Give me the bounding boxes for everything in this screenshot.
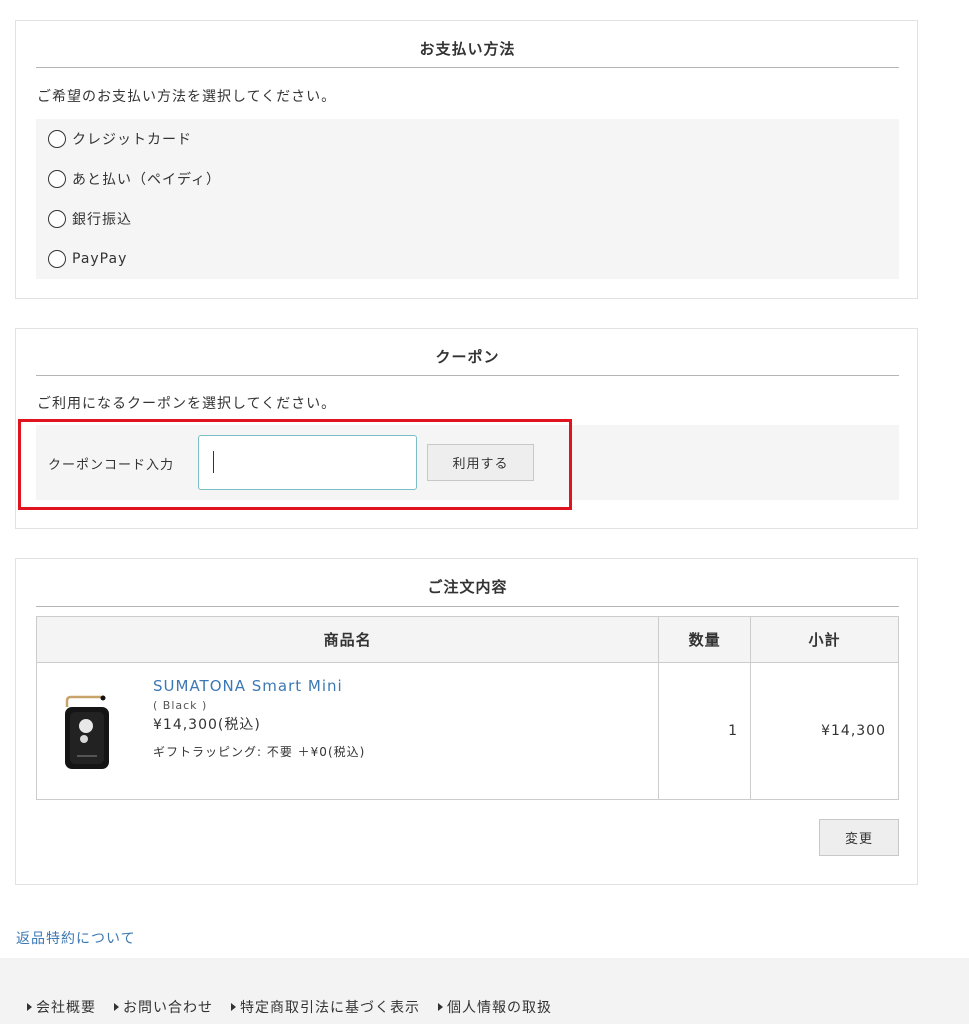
product-name-link[interactable]: SUMATONA Smart Mini [153,677,365,695]
footer: 会社概要 お問い合わせ 特定商取引法に基づく表示 個人情報の取扱 [0,958,969,1024]
footer-link-privacy[interactable]: 個人情報の取扱 [438,997,552,1017]
triangle-right-icon [438,1003,443,1011]
column-header-subtotal: 小計 [750,616,899,663]
product-quantity: 1 [658,662,752,800]
column-header-product-name: 商品名 [35,616,660,663]
footer-link-label: 会社概要 [36,1000,96,1016]
footer-link-legal-notice[interactable]: 特定商取引法に基づく表示 [231,997,420,1017]
coupon-code-label: クーポンコード入力 [48,458,175,473]
footer-link-label: 特定商取引法に基づく表示 [240,1000,420,1016]
radio-icon[interactable] [48,210,66,228]
payment-option-paidy[interactable]: あと払い（ペイディ） [48,169,221,189]
product-cell: SUMATONA Smart Mini ( Black ) ¥14,300(税込… [35,662,660,800]
footer-link-company[interactable]: 会社概要 [27,997,96,1017]
payment-option-label: 銀行振込 [72,212,132,228]
apply-coupon-button[interactable]: 利用する [427,444,534,481]
column-header-quantity: 数量 [658,616,752,663]
coupon-code-box: クーポンコード入力 利用する [36,425,899,500]
product-variant: ( Black ) [153,699,208,712]
payment-option-credit-card[interactable]: クレジットカード [48,129,192,149]
footer-link-label: お問い合わせ [123,1000,213,1016]
coupon-title: クーポン [36,347,899,376]
footer-link-label: 個人情報の取扱 [447,1000,552,1016]
payment-option-label: PayPay [72,251,128,267]
footer-links: 会社概要 お問い合わせ 特定商取引法に基づく表示 個人情報の取扱 [27,997,570,1017]
order-table: 商品名 数量 小計 SUMATONA Smart Mini (Black) … [35,616,899,800]
gift-wrapping-info: ギフトラッピング: 不要 ＋¥0(税込) [153,745,366,759]
order-summary-title: ご注文内容 [36,577,899,607]
payment-method-panel: お支払い方法 ご希望のお支払い方法を選択してください。 クレジットカード あと払… [15,20,918,299]
radio-icon[interactable] [48,250,66,268]
payment-option-label: クレジットカード [72,132,192,148]
order-summary-panel: ご注文内容 商品名 数量 小計 SUMATONA Smart Mini (Bl… [15,558,918,885]
triangle-right-icon [27,1003,32,1011]
table-header-row: 商品名 数量 小計 [35,616,899,663]
radio-icon[interactable] [48,170,66,188]
coupon-panel: クーポン ご利用になるクーポンを選択してください。 クーポンコード入力 利用する [15,328,918,529]
coupon-code-input[interactable] [198,435,417,490]
payment-option-bank-transfer[interactable]: 銀行振込 [48,209,132,229]
payment-options-box: クレジットカード あと払い（ペイディ） 銀行振込 PayPay [36,119,899,279]
table-row: SUMATONA Smart Mini ( Black ) ¥14,300(税込… [35,662,899,800]
triangle-right-icon [114,1003,119,1011]
product-device-icon [65,695,109,769]
product-price: ¥14,300(税込) [153,717,261,733]
text-caret [213,451,214,473]
footer-link-contact[interactable]: お問い合わせ [114,997,213,1017]
payment-method-title: お支払い方法 [36,39,899,68]
payment-method-description: ご希望のお支払い方法を選択してください。 [37,89,337,105]
product-info: SUMATONA Smart Mini ( Black ) ¥14,300(税込… [153,677,365,760]
change-order-button[interactable]: 変更 [819,819,899,856]
payment-option-label: あと払い（ペイディ） [72,172,222,188]
return-policy-link[interactable]: 返品特約について [16,928,136,948]
payment-option-paypay[interactable]: PayPay [48,249,127,269]
triangle-right-icon [231,1003,236,1011]
coupon-description: ご利用になるクーポンを選択してください。 [37,396,337,412]
product-subtotal: ¥14,300 [750,662,899,800]
radio-icon[interactable] [48,130,66,148]
